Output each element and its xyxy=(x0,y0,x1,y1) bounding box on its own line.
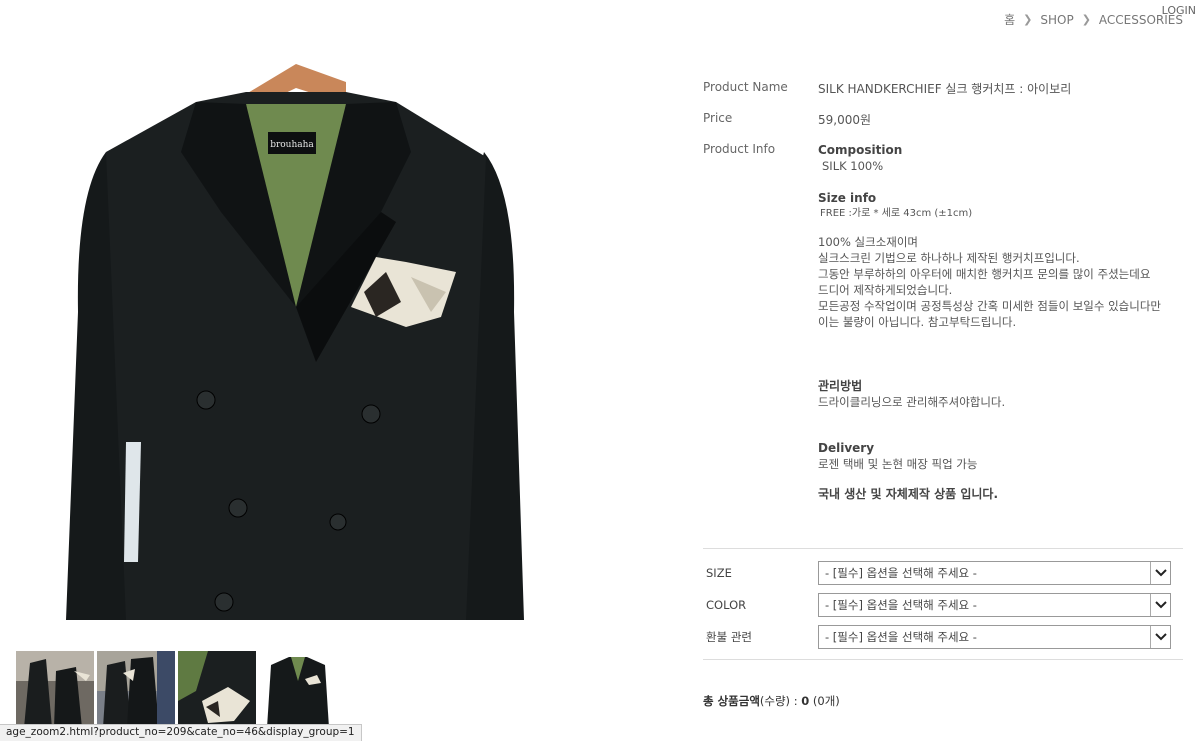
total-label: 총 상품금액 xyxy=(703,694,760,708)
product-name-label: Product Name xyxy=(703,80,788,94)
made-in-notice: 국내 생산 및 자체제작 상품 입니다. xyxy=(818,487,999,501)
product-name: SILK HANDKERCHIEF 실크 행커치프 : 아이보리 xyxy=(818,82,1072,96)
description-line: 모든공정 수작업이며 공정특성상 간혹 미세한 점들이 보일수 있습니다만 이는… xyxy=(818,299,1161,329)
chevron-down-icon xyxy=(1150,626,1170,648)
price: 59,000원 xyxy=(818,113,872,127)
breadcrumb-shop[interactable]: SHOP xyxy=(1040,13,1073,27)
size-select-value: - [필수] 옵션을 선택해 주세요 - xyxy=(825,566,977,580)
description-line: 드디어 제작하게되었습니다. xyxy=(818,283,953,297)
refund-select[interactable]: - [필수] 옵션을 선택해 주세요 - xyxy=(818,625,1171,649)
total-separator: : xyxy=(790,694,802,708)
jacket-illustration: brouhaha xyxy=(46,62,542,620)
delivery-heading: Delivery xyxy=(818,441,875,455)
thumbnail-1[interactable] xyxy=(16,651,94,728)
product-info-label: Product Info xyxy=(703,142,776,156)
chevron-down-icon xyxy=(1150,562,1170,584)
option-selectors: SIZE - [필수] 옵션을 선택해 주세요 - COLOR - [필수] 옵… xyxy=(703,548,1183,660)
size-info-heading: Size info xyxy=(818,191,877,205)
composition-value: SILK 100% xyxy=(822,159,884,173)
composition-heading: Composition xyxy=(818,143,903,157)
breadcrumb-accessories[interactable]: ACCESSORIES xyxy=(1099,13,1183,27)
description-line: 그동안 부루하하의 아우터에 매치한 행커치프 문의를 많이 주셨는데요 xyxy=(818,267,1151,281)
color-select-value: - [필수] 옵션을 선택해 주세요 - xyxy=(825,598,977,612)
thumbnail-4[interactable] xyxy=(259,651,337,728)
total-price: 총 상품금액(수량) : 0 (0개) xyxy=(703,693,840,709)
thumbnail-strip xyxy=(16,651,337,728)
size-select[interactable]: - [필수] 옵션을 선택해 주세요 - xyxy=(818,561,1171,585)
status-bar-url: age_zoom2.html?product_no=209&cate_no=46… xyxy=(0,724,362,741)
total-amount: 0 xyxy=(801,694,810,708)
thumbnail-3[interactable] xyxy=(178,651,256,728)
care-heading: 관리방법 xyxy=(818,379,863,393)
product-info: Product Name SILK HANDKERCHIEF 실크 행커치프 :… xyxy=(703,80,1183,502)
delivery-value: 로젠 택배 및 논현 매장 픽업 가능 xyxy=(818,457,978,471)
description-line: 100% 실크소재이며 xyxy=(818,235,919,249)
color-select[interactable]: - [필수] 옵션을 선택해 주세요 - xyxy=(818,593,1171,617)
care-value: 드라이클리닝으로 관리해주셔야합니다. xyxy=(818,395,1006,409)
brand-tag-text: brouhaha xyxy=(270,140,314,150)
chevron-right-icon: ❯ xyxy=(1023,13,1033,26)
refund-select-value: - [필수] 옵션을 선택해 주세요 - xyxy=(825,630,977,644)
product-main-image[interactable]: brouhaha xyxy=(46,62,542,620)
thumbnail-2[interactable] xyxy=(97,651,175,728)
description-line: 실크스크린 기법으로 하나하나 제작된 행커치프입니다. xyxy=(818,251,1080,265)
color-option-label: COLOR xyxy=(706,598,747,612)
breadcrumb: 홈 ❯ SHOP ❯ ACCESSORIES xyxy=(1004,11,1183,28)
chevron-right-icon: ❯ xyxy=(1081,13,1091,26)
breadcrumb-home[interactable]: 홈 xyxy=(1004,11,1015,28)
size-option-label: SIZE xyxy=(706,566,732,580)
size-info-value: FREE :가로 * 세로 43cm (±1cm) xyxy=(820,208,973,219)
chevron-down-icon xyxy=(1150,594,1170,616)
total-qty-label: (수량) xyxy=(759,694,791,708)
total-count: (0개) xyxy=(812,694,840,708)
price-label: Price xyxy=(703,111,733,125)
refund-option-label: 환불 관련 xyxy=(706,630,752,644)
